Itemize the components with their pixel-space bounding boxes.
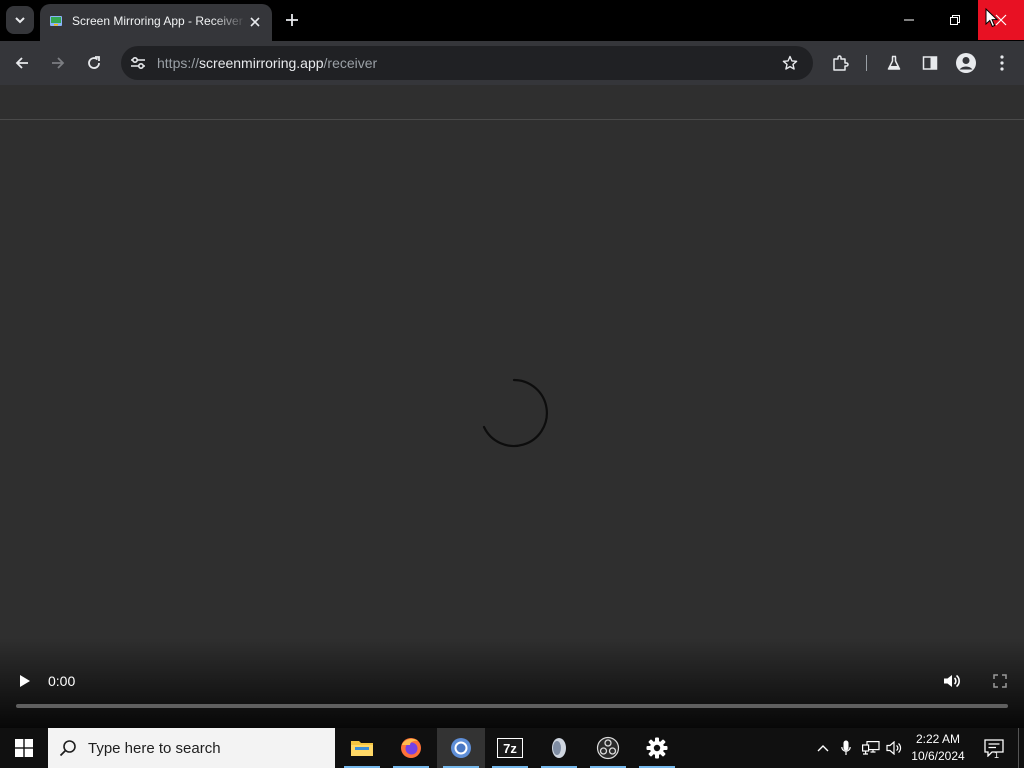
clock-time: 2:22 AM <box>915 732 961 746</box>
minimize-icon <box>904 19 914 21</box>
extensions-button[interactable] <box>825 48 855 78</box>
url-text[interactable]: https://screenmirroring.app/receiver <box>157 55 377 71</box>
obs-icon <box>596 736 620 760</box>
page-content: 0:00 <box>0 85 1024 728</box>
taskbar-app-firefox[interactable] <box>387 728 435 768</box>
arrow-right-icon <box>52 57 65 69</box>
current-time: 0:00 <box>48 673 76 689</box>
notification-count: 1 <box>994 750 1000 760</box>
show-hidden-icons-button[interactable] <box>812 728 834 768</box>
more-vert-icon <box>1000 55 1004 71</box>
back-button[interactable] <box>7 48 37 78</box>
speaker-icon <box>886 741 902 755</box>
taskbar-clock[interactable]: 2:22 AM 10/6/2024 <box>906 731 970 765</box>
microphone-icon <box>841 740 851 755</box>
plus-icon <box>286 14 298 26</box>
reload-button[interactable] <box>79 48 109 78</box>
chevron-up-icon <box>817 745 829 752</box>
volume-icon <box>944 674 960 688</box>
url-host: screenmirroring.app <box>199 55 324 71</box>
star-icon <box>782 55 798 70</box>
svg-text:7z: 7z <box>503 741 517 756</box>
puzzle-icon <box>833 55 849 71</box>
window-minimize-button[interactable] <box>886 0 932 40</box>
show-desktop-button[interactable] <box>1018 728 1024 768</box>
seek-bar[interactable] <box>16 704 1008 708</box>
taskbar-app-7zip[interactable]: 7z <box>486 728 534 768</box>
forward-button[interactable] <box>43 48 73 78</box>
windows-taskbar: Type here to search 7z 2:22 AM 10/6/2024… <box>0 728 1024 768</box>
receiver-header-bar <box>0 85 1024 120</box>
file-explorer-icon <box>351 741 373 756</box>
close-icon <box>250 17 260 27</box>
network-icon <box>862 741 880 755</box>
site-info-button[interactable] <box>125 50 151 76</box>
taskbar-app-generic[interactable] <box>535 728 583 768</box>
restore-icon <box>950 15 960 25</box>
loading-spinner-icon <box>482 378 548 448</box>
app-icon <box>552 738 566 758</box>
microphone-tray-button[interactable] <box>836 728 856 768</box>
7zip-icon: 7z <box>497 738 523 758</box>
taskbar-app-file-explorer[interactable] <box>338 728 386 768</box>
tab-close-button[interactable] <box>246 13 264 31</box>
chevron-down-icon <box>15 17 25 24</box>
address-bar[interactable]: https://screenmirroring.app/receiver <box>121 46 813 80</box>
action-center-button[interactable]: 1 <box>980 728 1008 768</box>
fullscreen-button[interactable] <box>988 668 1012 694</box>
play-icon <box>20 675 30 687</box>
avatar-icon <box>956 53 976 73</box>
taskbar-app-chrome[interactable] <box>437 728 485 768</box>
side-panel-icon <box>922 56 938 70</box>
toolbar-divider <box>866 55 867 71</box>
search-placeholder: Type here to search <box>88 740 221 757</box>
firefox-icon <box>401 738 421 758</box>
taskbar-search-box[interactable]: Type here to search <box>48 728 335 768</box>
new-tab-button[interactable] <box>280 8 304 32</box>
volume-tray-button[interactable] <box>883 728 905 768</box>
url-path: /receiver <box>323 55 378 71</box>
labs-button[interactable] <box>879 48 909 78</box>
flask-icon <box>887 55 901 70</box>
reload-icon <box>88 56 100 69</box>
side-panel-button[interactable] <box>915 48 945 78</box>
browser-menu-button[interactable] <box>987 48 1017 78</box>
network-tray-button[interactable] <box>859 728 883 768</box>
url-scheme: https:// <box>157 55 200 71</box>
taskbar-app-settings[interactable] <box>633 728 681 768</box>
tune-icon <box>131 56 145 70</box>
search-icon <box>59 740 76 757</box>
mouse-cursor-icon <box>985 8 999 28</box>
tab-title: Screen Mirroring App - Receiver <box>72 14 243 28</box>
taskbar-app-obs[interactable] <box>584 728 632 768</box>
play-button[interactable] <box>12 668 38 694</box>
clock-date: 10/6/2024 <box>911 749 965 763</box>
browser-titlebar: Screen Mirroring App - Receiver <box>0 0 1024 41</box>
windows-logo-icon <box>15 739 33 757</box>
settings-gear-icon <box>646 737 668 759</box>
fullscreen-icon <box>993 674 1007 688</box>
start-button[interactable] <box>0 728 48 768</box>
tab-search-button[interactable] <box>6 6 34 34</box>
bookmark-star-button[interactable] <box>777 50 803 76</box>
video-controls: 0:00 <box>0 638 1024 728</box>
tab-favicon-icon <box>50 16 62 26</box>
browser-toolbar: https://screenmirroring.app/receiver <box>0 41 1024 85</box>
browser-tab-active[interactable]: Screen Mirroring App - Receiver <box>40 4 272 41</box>
chrome-icon <box>451 738 471 758</box>
profile-button[interactable] <box>951 48 981 78</box>
window-restore-button[interactable] <box>932 0 978 40</box>
arrow-left-icon <box>15 57 28 69</box>
volume-button[interactable] <box>939 668 965 694</box>
